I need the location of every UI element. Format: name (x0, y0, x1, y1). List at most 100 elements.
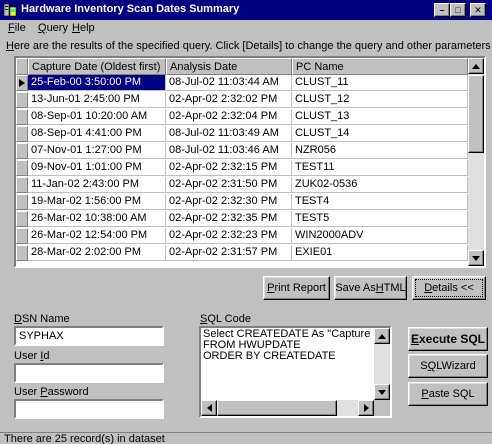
user-id-label: User Id (14, 350, 50, 362)
sql-scroll-right-button[interactable] (358, 400, 374, 416)
table-row[interactable]: 08-Sep-01 4:41:00 PM 08-Jul-02 11:03:49 A… (16, 126, 468, 142)
title-bar[interactable]: Hardware Inventory Scan Dates Summary – … (0, 0, 492, 20)
cell-pc-name[interactable]: ZUK02-0536 (292, 177, 468, 193)
sql-code-textarea[interactable]: Select CREATEDATE As "Capture Date (Ol F… (199, 326, 392, 418)
cell-pc-name[interactable]: TEST5 (292, 211, 468, 227)
cell-pc-name[interactable]: TEST4 (292, 194, 468, 210)
table-row[interactable]: 26-Mar-02 10:38:00 AM 02-Apr-02 2:32:35 P… (16, 211, 468, 227)
cell-pc-name[interactable]: TEST11 (292, 160, 468, 176)
cell-analysis-date[interactable]: 02-Apr-02 2:32:30 PM (166, 194, 292, 210)
sql-vertical-scrollbar[interactable] (374, 328, 390, 400)
table-row[interactable]: 07-Nov-01 1:27:00 PM 08-Jul-02 11:03:46 A… (16, 143, 468, 159)
results-grid[interactable]: Capture Date (Oldest first) Analysis Dat… (14, 56, 486, 268)
cell-pc-name[interactable]: EXIE01 (292, 245, 468, 261)
cell-analysis-date[interactable]: 08-Jul-02 11:03:46 AM (166, 143, 292, 159)
print-report-button[interactable]: Print Report (263, 276, 330, 300)
scroll-down-button[interactable] (468, 250, 484, 266)
paste-sql-button[interactable]: Paste SQL (408, 382, 488, 406)
cell-capture-date[interactable]: 08-Sep-01 10:20:00 AM (28, 109, 166, 125)
row-selector[interactable] (16, 211, 28, 227)
column-header-analysis-date[interactable]: Analysis Date (166, 58, 292, 75)
row-selector[interactable] (16, 194, 28, 210)
close-button[interactable]: ✕ (470, 3, 486, 17)
cell-analysis-date[interactable]: 02-Apr-02 2:32:15 PM (166, 160, 292, 176)
sql-horizontal-scrollbar[interactable] (201, 400, 374, 416)
sql-scroll-down-button[interactable] (374, 384, 390, 400)
cell-capture-date[interactable]: 28-Mar-02 2:02:00 PM (28, 245, 166, 261)
cell-capture-date[interactable]: 13-Jun-01 2:45:00 PM (28, 92, 166, 108)
scroll-thumb[interactable] (468, 75, 484, 153)
row-selector[interactable] (16, 109, 28, 125)
arrow-left-icon (206, 404, 212, 412)
instructions-text: Here are the results of the specified qu… (6, 40, 491, 52)
cell-analysis-date[interactable]: 02-Apr-02 2:32:35 PM (166, 211, 292, 227)
dsn-name-input[interactable] (14, 326, 164, 346)
cell-analysis-date[interactable]: 08-Jul-02 11:03:44 AM (166, 75, 292, 91)
table-row[interactable]: 28-Mar-02 2:02:00 PM 02-Apr-02 2:31:57 PM… (16, 245, 468, 261)
cell-capture-date[interactable]: 09-Nov-01 1:01:00 PM (28, 160, 166, 176)
cell-capture-date[interactable]: 25-Feb-00 3:50:00 PM (28, 75, 166, 91)
user-password-label: User Password (14, 386, 89, 398)
scroll-up-button[interactable] (468, 58, 484, 74)
row-selector[interactable] (16, 126, 28, 142)
menu-help[interactable]: Help (72, 22, 95, 34)
grid-header-row: Capture Date (Oldest first) Analysis Dat… (16, 58, 468, 75)
sql-scroll-left-button[interactable] (201, 400, 217, 416)
row-pointer-icon (19, 79, 25, 87)
cell-capture-date[interactable]: 19-Mar-02 1:56:00 PM (28, 194, 166, 210)
details-button[interactable]: Details << (412, 276, 486, 300)
cell-analysis-date[interactable]: 02-Apr-02 2:32:04 PM (166, 109, 292, 125)
user-id-input[interactable] (14, 363, 164, 383)
cell-pc-name[interactable]: WIN2000ADV (292, 228, 468, 244)
row-selector[interactable] (16, 228, 28, 244)
cell-analysis-date[interactable]: 02-Apr-02 2:32:02 PM (166, 92, 292, 108)
cell-capture-date[interactable]: 26-Mar-02 10:38:00 AM (28, 211, 166, 227)
row-selector[interactable] (16, 75, 28, 91)
row-selector[interactable] (16, 143, 28, 159)
sql-scroll-up-button[interactable] (374, 328, 390, 344)
execute-sql-button[interactable]: Execute SQL (408, 327, 488, 351)
row-selector[interactable] (16, 92, 28, 108)
cell-capture-date[interactable]: 08-Sep-01 4:41:00 PM (28, 126, 166, 142)
cell-pc-name[interactable]: NZR056 (292, 143, 468, 159)
column-header-pc-name[interactable]: PC Name (292, 58, 468, 75)
column-header-capture-date[interactable]: Capture Date (Oldest first) (28, 58, 166, 75)
cell-analysis-date[interactable]: 02-Apr-02 2:31:50 PM (166, 177, 292, 193)
arrow-down-icon (378, 389, 386, 395)
cell-pc-name[interactable]: CLUST_12 (292, 92, 468, 108)
cell-capture-date[interactable]: 07-Nov-01 1:27:00 PM (28, 143, 166, 159)
row-selector[interactable] (16, 245, 28, 261)
menu-query[interactable]: Query (38, 22, 68, 34)
grid-vertical-scrollbar[interactable] (468, 58, 484, 266)
cell-capture-date[interactable]: 26-Mar-02 12:54:00 PM (28, 228, 166, 244)
arrow-down-icon (472, 255, 480, 261)
save-as-html-button[interactable]: Save As H TML (334, 276, 407, 300)
cell-analysis-date[interactable]: 02-Apr-02 2:31:57 PM (166, 245, 292, 261)
sql-scroll-thumb[interactable] (217, 400, 337, 416)
table-row[interactable]: 25-Feb-00 3:50:00 PM 08-Jul-02 11:03:44 A… (16, 75, 468, 91)
table-row[interactable]: 08-Sep-01 10:20:00 AM 02-Apr-02 2:32:04 P… (16, 109, 468, 125)
minimize-icon: – (439, 4, 445, 15)
menu-file[interactable]: File (8, 22, 26, 34)
sql-wizard-button[interactable]: S Q LWizard (408, 354, 488, 378)
maximize-button[interactable]: □ (450, 3, 466, 17)
cell-capture-date[interactable]: 11-Jan-02 2:43:00 PM (28, 177, 166, 193)
arrow-up-icon (378, 333, 386, 339)
user-password-input[interactable] (14, 399, 164, 419)
app-icon (3, 3, 17, 17)
row-selector[interactable] (16, 160, 28, 176)
table-row[interactable]: 19-Mar-02 1:56:00 PM 02-Apr-02 2:32:30 PM… (16, 194, 468, 210)
table-row[interactable]: 26-Mar-02 12:54:00 PM 02-Apr-02 2:32:23 P… (16, 228, 468, 244)
table-row[interactable]: 09-Nov-01 1:01:00 PM 02-Apr-02 2:32:15 PM… (16, 160, 468, 176)
cell-analysis-date[interactable]: 02-Apr-02 2:32:23 PM (166, 228, 292, 244)
cell-pc-name[interactable]: CLUST_11 (292, 75, 468, 91)
window-title: Hardware Inventory Scan Dates Summary (21, 3, 240, 15)
cell-analysis-date[interactable]: 08-Jul-02 11:03:49 AM (166, 126, 292, 142)
close-icon: ✕ (474, 4, 482, 15)
minimize-button[interactable]: – (434, 3, 450, 17)
cell-pc-name[interactable]: CLUST_13 (292, 109, 468, 125)
table-row[interactable]: 13-Jun-01 2:45:00 PM 02-Apr-02 2:32:02 PM… (16, 92, 468, 108)
row-selector[interactable] (16, 177, 28, 193)
table-row[interactable]: 11-Jan-02 2:43:00 PM 02-Apr-02 2:31:50 PM… (16, 177, 468, 193)
cell-pc-name[interactable]: CLUST_14 (292, 126, 468, 142)
